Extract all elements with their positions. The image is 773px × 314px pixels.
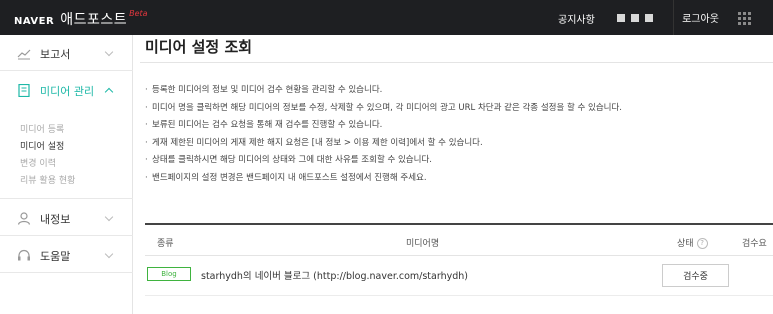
chevron-down-icon <box>104 249 114 259</box>
chart-line-icon <box>17 49 31 60</box>
submenu-media-register[interactable]: 미디어 등록 <box>20 122 64 135</box>
sidebar: 보고서 미디어 관리 미디어 등록 미디어 설정 변경 이력 리뷰 활용 현황 … <box>0 35 133 314</box>
media-doc-icon <box>18 84 30 97</box>
masked-user-block <box>616 13 625 22</box>
user-account-box[interactable] <box>596 0 673 35</box>
sidebar-item-media-management[interactable]: 미디어 관리 <box>0 72 133 108</box>
naver-adpost-logo[interactable]: NAVER 애드포스트 Beta <box>14 9 148 29</box>
media-name-link[interactable]: starhydh의 네이버 블로그 (http://blog.naver.com… <box>201 268 468 282</box>
brand-name: NAVER <box>14 16 55 27</box>
sidebar-item-label: 보고서 <box>40 48 71 61</box>
logout-button[interactable]: 로그아웃 <box>673 0 727 35</box>
user-icon <box>17 212 31 225</box>
masked-user-block <box>644 13 653 22</box>
guide-note: 게재 제한된 미디어의 게재 제한 해지 요청은 [내 정보 > 이용 제한 이… <box>145 136 622 154</box>
submenu-media-settings[interactable]: 미디어 설정 <box>20 139 64 152</box>
app-grid-icon[interactable] <box>736 10 752 26</box>
chevron-up-icon <box>104 87 114 97</box>
sidebar-item-reports[interactable]: 보고서 <box>0 35 133 71</box>
masked-user-block <box>630 13 639 22</box>
table-row-divider <box>145 295 773 296</box>
chevron-down-icon <box>104 212 114 222</box>
top-navigation-bar: NAVER 애드포스트 Beta 공지사항 로그아웃 <box>0 0 773 35</box>
sidebar-item-help[interactable]: 도움말 <box>0 237 133 273</box>
guide-note: 미디어 명을 클릭하면 해당 미디어의 정보를 수정, 삭제할 수 있으며, 각… <box>145 101 622 119</box>
beta-badge: Beta <box>129 9 148 18</box>
column-header-review: 검수요 <box>742 239 767 249</box>
column-header-status: 상태? <box>677 236 708 249</box>
guide-note: 밴드페이지의 설정 변경은 밴드페이지 내 애드포스트 설정에서 진행해 주세요… <box>145 171 622 189</box>
page-title: 미디어 설정 조회 <box>145 38 253 56</box>
headset-icon <box>18 249 30 261</box>
guide-notes: 등록한 미디어의 정보 및 미디어 검수 현황을 관리할 수 있습니다. 미디어… <box>145 83 622 188</box>
sidebar-item-label: 내정보 <box>40 213 71 226</box>
product-name: 애드포스트 <box>60 12 128 28</box>
sidebar-item-my-info[interactable]: 내정보 <box>0 200 133 236</box>
guide-note: 보류된 미디어는 검수 요청을 통해 재 검수를 진행할 수 있습니다. <box>145 118 622 136</box>
column-header-media-name: 미디어명 <box>406 239 440 249</box>
title-divider <box>140 62 773 63</box>
chevron-down-icon <box>104 47 114 57</box>
notice-link[interactable]: 공지사항 <box>558 11 595 26</box>
submenu-change-history[interactable]: 변경 이력 <box>20 156 56 169</box>
media-type-badge: Blog <box>147 267 191 281</box>
column-header-type: 종류 <box>157 239 174 249</box>
help-icon[interactable]: ? <box>696 238 708 249</box>
table-top-border <box>145 223 773 225</box>
status-button[interactable]: 검수중 <box>662 264 729 287</box>
table-header-divider <box>145 255 773 256</box>
submenu-review-status[interactable]: 리뷰 활용 현황 <box>20 173 75 186</box>
guide-note: 상태를 클릭하시면 해당 미디어의 상태와 그에 대한 사유를 조회할 수 있습… <box>145 153 622 171</box>
media-submenu: 미디어 등록 미디어 설정 변경 이력 리뷰 활용 현황 <box>0 113 133 199</box>
guide-note: 등록한 미디어의 정보 및 미디어 검수 현황을 관리할 수 있습니다. <box>145 83 622 101</box>
sidebar-item-label: 도움말 <box>40 250 71 263</box>
status-header-label: 상태 <box>677 239 694 249</box>
sidebar-item-label: 미디어 관리 <box>40 85 95 98</box>
